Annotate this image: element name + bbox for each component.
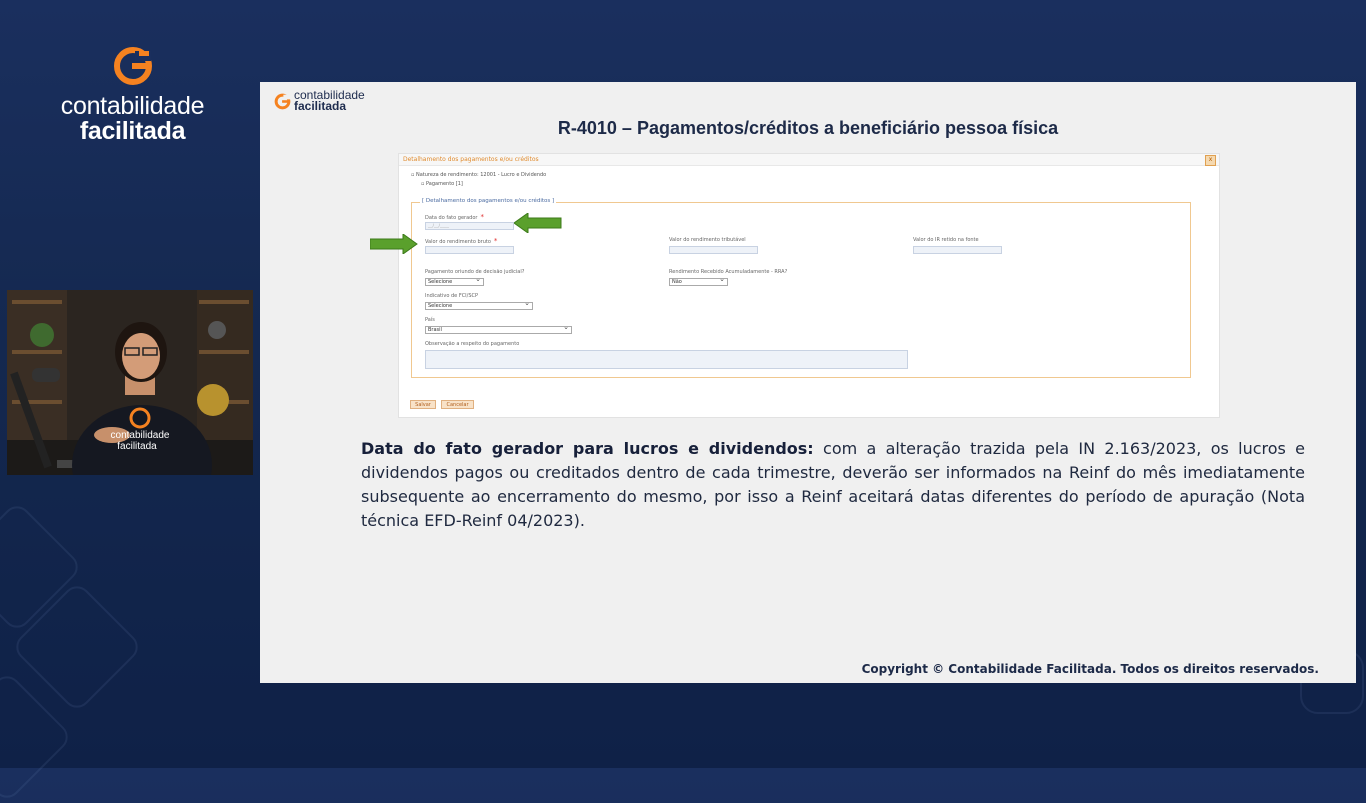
arrow-right-icon — [370, 234, 418, 254]
data-fato-gerador-label-text: Data do fato gerador — [425, 215, 478, 221]
required-mark: * — [493, 237, 498, 245]
salvar-button[interactable]: Salvar — [410, 400, 436, 409]
valor-rendimento-tributavel-label: Valor do rendimento tributável — [669, 237, 746, 243]
shirt-logo-text: facilitada — [117, 441, 157, 452]
pais-value: Brasil — [428, 327, 442, 333]
rra-select[interactable]: Não — [669, 276, 728, 286]
tree-pagamento-label: Pagamento [1] — [425, 181, 463, 187]
slide-logo-g-icon — [274, 93, 291, 109]
shirt-logo-text: contabilidade — [111, 430, 170, 441]
slide-logo-line2: facilitada — [294, 99, 347, 113]
description-lead: Data do fato gerador para lucros e divid… — [361, 439, 814, 458]
fci-scp-label: Indicativo de FCI/SCP — [425, 293, 479, 299]
fci-scp-value: Selecione — [428, 303, 453, 309]
brand-name-line2: facilitada — [79, 117, 186, 145]
form-screenshot: Detalhamento dos pagamentos e/ou crédito… — [370, 153, 1220, 418]
tree-natureza-label: Natureza de rendimento: 12001 - Lucro e … — [415, 172, 547, 178]
presentation-slide: contabilidade facilitada R-4010 – Pagame… — [260, 82, 1356, 683]
data-fato-gerador-placeholder: __/__/____ — [428, 224, 450, 229]
valor-rendimento-bruto-label-text: Valor do rendimento bruto — [425, 239, 491, 245]
valor-rendimento-bruto-input[interactable] — [425, 246, 514, 254]
observacao-label: Observação a respeito do pagamento — [425, 341, 520, 347]
tree-pagamento[interactable]: ▫ Pagamento [1] — [421, 181, 463, 187]
brand-logo: contabilidade facilitada — [50, 46, 215, 145]
valor-rendimento-tributavel-input[interactable] — [669, 246, 758, 254]
pagamento-decisao-judicial-value: Selecione — [428, 279, 453, 285]
tree-natureza[interactable]: ▫ Natureza de rendimento: 12001 - Lucro … — [411, 172, 546, 178]
brand-name-line1: contabilidade — [60, 92, 205, 120]
form-header: Detalhamento dos pagamentos e/ou crédito… — [399, 154, 1219, 166]
fieldset-legend: [ Detalhamento dos pagamentos e/ou crédi… — [420, 198, 557, 204]
rra-label: Rendimento Recebido Acumuladamente - RRA… — [669, 269, 788, 275]
rra-value: Não — [672, 279, 682, 285]
webcam-image: contabilidade facilitada — [7, 290, 253, 475]
valor-ir-retido-input[interactable] — [913, 246, 1002, 254]
valor-rendimento-bruto-label: Valor do rendimento bruto * — [425, 237, 497, 245]
copyright-text: Copyright © Contabilidade Facilitada. To… — [861, 662, 1319, 676]
observacao-textarea[interactable] — [425, 350, 908, 369]
pagamento-decisao-judicial-select[interactable]: Selecione — [425, 276, 484, 286]
fci-scp-select[interactable]: Selecione — [425, 300, 533, 310]
valor-ir-retido-label: Valor do IR retido na fonte — [913, 237, 979, 243]
arrow-left-icon — [514, 213, 562, 233]
brand-g-icon — [113, 47, 152, 85]
required-mark: * — [480, 213, 484, 221]
slide-description: Data do fato gerador para lucros e divid… — [361, 437, 1305, 533]
form-header-title: Detalhamento dos pagamentos e/ou crédito… — [403, 156, 539, 163]
cancelar-button[interactable]: Cancelar — [441, 400, 474, 409]
slide-title: R-4010 – Pagamentos/créditos a beneficiá… — [557, 118, 1059, 138]
data-fato-gerador-input[interactable]: __/__/____ — [425, 222, 514, 230]
pais-label: País — [425, 317, 435, 323]
data-fato-gerador-label: Data do fato gerador * — [425, 213, 484, 221]
presenter-webcam: contabilidade facilitada — [7, 290, 253, 475]
close-icon[interactable]: x — [1205, 155, 1216, 166]
pais-select[interactable]: Brasil — [425, 324, 572, 334]
slide-logo: contabilidade facilitada — [274, 89, 365, 113]
